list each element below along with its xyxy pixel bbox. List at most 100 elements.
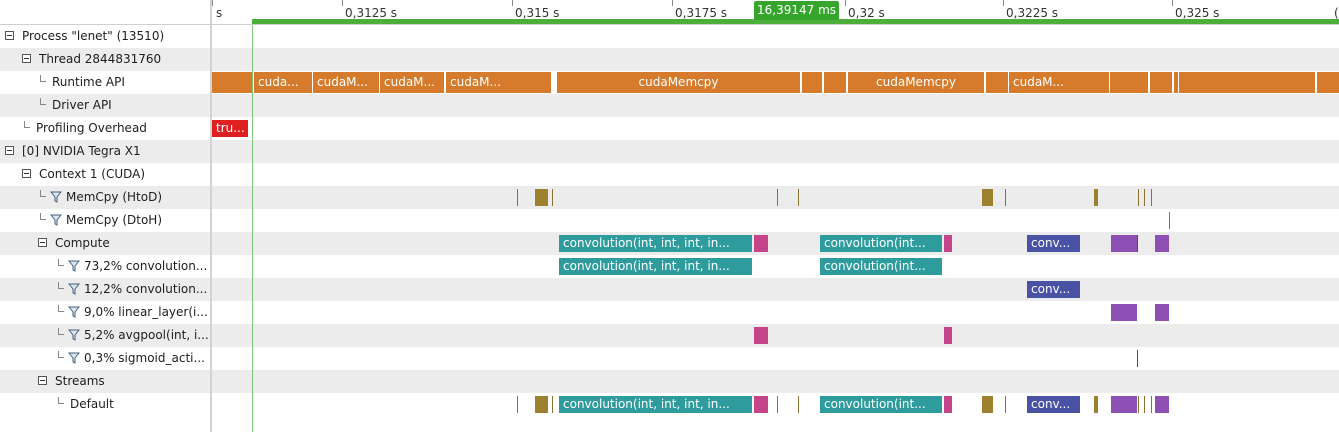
activity-tick[interactable] [517,189,518,206]
tree-row[interactable]: Thread 2844831760 [0,48,210,71]
convolution-kernel-block[interactable]: convolution(int... [820,396,942,413]
timeline-lane [212,301,1339,324]
filter-icon[interactable] [50,191,62,203]
tree-row[interactable]: Context 1 (CUDA) [0,163,210,186]
runtime-api-call[interactable] [1179,72,1315,93]
runtime-api-call[interactable]: cudaM... [1009,72,1109,93]
memcpy-htod-block[interactable] [1094,189,1098,206]
memcpy-block[interactable] [982,396,993,413]
timeline-panel[interactable]: s 0,3125 s 0,315 s 0,3175 s 0,32 s 0,322… [212,0,1339,432]
runtime-api-call[interactable]: cudaM... [380,72,444,93]
activity-tick[interactable] [777,396,778,413]
activity-tick[interactable] [1138,189,1139,206]
activity-tick[interactable] [517,396,518,413]
activity-tick[interactable] [1169,212,1170,229]
profiling-overhead-block[interactable]: tru... [212,120,248,137]
tick-label: 0,3125 s [345,6,398,20]
collapse-toggle-icon[interactable] [22,54,31,63]
avgpool-kernel-block[interactable] [944,396,952,413]
linear-layer-kernel-block[interactable] [1111,235,1137,252]
activity-tick[interactable] [552,396,553,413]
runtime-api-call[interactable]: cuda... [254,72,312,93]
convolution-kernel-block[interactable]: conv... [1027,235,1080,252]
filter-icon[interactable] [68,283,80,295]
activity-tick[interactable] [1137,235,1138,252]
activity-tick[interactable] [1151,396,1152,413]
timeline-lane [212,48,1339,71]
convolution-kernel-block[interactable]: conv... [1027,281,1080,298]
filter-icon[interactable] [50,214,62,226]
tree-row[interactable]: Runtime API [0,71,210,94]
runtime-api-call[interactable] [1174,72,1178,93]
runtime-api-call[interactable] [802,72,822,93]
avgpool-kernel-block[interactable] [754,327,768,344]
runtime-api-call[interactable] [1150,72,1172,93]
tree-row[interactable]: Compute [0,232,210,255]
filter-icon[interactable] [68,352,80,364]
activity-tick[interactable] [1005,396,1006,413]
memcpy-block[interactable] [535,396,548,413]
linear-layer-kernel-block[interactable] [1111,304,1137,321]
tree-row[interactable]: MemCpy (DtoH) [0,209,210,232]
tree-branch-line [24,121,30,128]
linear-layer-kernel-block[interactable] [1155,396,1169,413]
runtime-api-call[interactable] [1110,72,1148,93]
cursor-time-label: 16,39147 ms [754,1,840,20]
convolution-kernel-block[interactable]: convolution(int, int, int, in... [559,235,752,252]
runtime-api-call[interactable]: cudaM... [313,72,379,93]
convolution-kernel-block[interactable]: conv... [1027,396,1080,413]
activity-tick[interactable] [1138,396,1139,413]
filter-icon[interactable] [68,306,80,318]
convolution-kernel-block[interactable]: convolution(int, int, int, in... [559,396,752,413]
linear-layer-kernel-block[interactable] [1155,235,1169,252]
runtime-api-call[interactable] [986,72,1008,93]
tree-row[interactable]: Streams [0,370,210,393]
memcpy-block[interactable] [1094,396,1098,413]
activity-tick[interactable] [1137,350,1138,367]
avgpool-kernel-block[interactable] [754,235,768,252]
tree-row[interactable]: MemCpy (HtoD) [0,186,210,209]
convolution-kernel-block[interactable]: convolution(int... [820,235,942,252]
activity-tick[interactable] [1144,396,1145,413]
collapse-toggle-icon[interactable] [22,169,31,178]
filter-icon[interactable] [68,329,80,341]
runtime-api-call[interactable]: cudaM... [446,72,551,93]
runtime-api-call[interactable]: cudaMemcpy [557,72,800,93]
activity-tick[interactable] [1144,189,1145,206]
avgpool-kernel-block[interactable] [754,396,768,413]
tree-row[interactable]: 73,2% convolution... [0,255,210,278]
tree-row[interactable]: 12,2% convolution... [0,278,210,301]
runtime-api-call[interactable] [824,72,846,93]
tree-row[interactable]: Process "lenet" (13510) [0,25,210,48]
activity-tick[interactable] [777,189,778,206]
filter-icon[interactable] [68,260,80,272]
collapse-toggle-icon[interactable] [5,146,14,155]
activity-tick[interactable] [552,189,553,206]
memcpy-htod-block[interactable] [535,189,548,206]
tree-row[interactable]: Default [0,393,210,416]
activity-tick[interactable] [798,189,799,206]
convolution-kernel-block[interactable]: convolution(int, int, int, in... [559,258,752,275]
collapse-toggle-icon[interactable] [38,376,47,385]
tree-row[interactable]: Driver API [0,94,210,117]
tree-row[interactable]: 0,3% sigmoid_acti... [0,347,210,370]
tree-row[interactable]: [0] NVIDIA Tegra X1 [0,140,210,163]
collapse-toggle-icon[interactable] [38,238,47,247]
activity-tick[interactable] [1151,189,1152,206]
memcpy-htod-block[interactable] [982,189,993,206]
tree-row[interactable]: 5,2% avgpool(int, i... [0,324,210,347]
tree-row[interactable]: 9,0% linear_layer(i... [0,301,210,324]
tree-row[interactable]: Profiling Overhead [0,117,210,140]
collapse-toggle-icon[interactable] [5,31,14,40]
time-ruler[interactable]: s 0,3125 s 0,315 s 0,3175 s 0,32 s 0,322… [212,0,1339,25]
convolution-kernel-block[interactable]: convolution(int... [820,258,942,275]
activity-tick[interactable] [1005,189,1006,206]
activity-tick[interactable] [798,396,799,413]
runtime-api-call[interactable] [212,72,252,93]
avgpool-kernel-block[interactable] [944,235,952,252]
runtime-api-call[interactable] [1317,72,1339,93]
linear-layer-kernel-block[interactable] [1111,396,1137,413]
runtime-api-call[interactable]: cudaMemcpy [848,72,984,93]
avgpool-kernel-block[interactable] [944,327,952,344]
linear-layer-kernel-block[interactable] [1155,304,1169,321]
